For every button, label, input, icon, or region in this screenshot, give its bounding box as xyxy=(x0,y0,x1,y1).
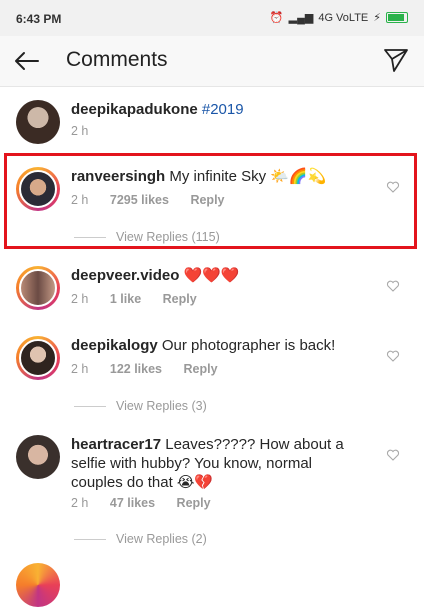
status-time: 6:43 PM xyxy=(16,12,62,26)
comment-body: ❤️❤️❤️ xyxy=(183,267,240,284)
view-replies-button[interactable]: View Replies (3) xyxy=(74,399,207,413)
view-replies-label: View Replies (2) xyxy=(116,532,207,546)
reply-button[interactable]: Reply xyxy=(177,496,211,510)
view-replies-label: View Replies (3) xyxy=(116,399,207,413)
comment-meta: 2 h 1 like Reply xyxy=(71,292,215,306)
status-icons: ⏰ ▂▄▆ 4G VoLTE ⚡ xyxy=(270,11,408,24)
view-replies-button[interactable]: View Replies (2) xyxy=(74,532,207,546)
username[interactable]: deepikapadukone xyxy=(71,101,198,118)
divider-line xyxy=(74,538,106,540)
comment-text: deepikalogy Our photographer is back! xyxy=(71,336,371,355)
alarm-icon: ⏰ xyxy=(269,12,284,24)
avatar-image xyxy=(19,339,57,377)
comment-time: 2 h xyxy=(71,362,89,376)
username[interactable]: heartracer17 xyxy=(71,436,161,453)
signal-icon: ▂▄▆ xyxy=(288,12,314,24)
avatar-image xyxy=(16,435,60,479)
reply-button[interactable]: Reply xyxy=(163,292,197,306)
avatar[interactable] xyxy=(16,100,60,144)
avatar[interactable] xyxy=(16,563,60,607)
arrow-left-icon[interactable] xyxy=(12,46,42,76)
username[interactable]: deepikalogy xyxy=(71,337,158,354)
status-bar: 6:43 PM ⏰ ▂▄▆ 4G VoLTE ⚡ xyxy=(0,0,424,36)
likes-count[interactable]: 1 like xyxy=(110,292,141,306)
heart-icon[interactable] xyxy=(386,448,400,462)
comment-meta: 2 h xyxy=(71,124,106,138)
battery-icon xyxy=(386,12,408,23)
header: Comments xyxy=(0,36,424,87)
heart-icon[interactable] xyxy=(386,349,400,363)
comment-meta: 2 h 47 likes Reply xyxy=(71,496,229,510)
hashtag[interactable]: #2019 xyxy=(202,101,244,118)
comment-time: 2 h xyxy=(71,292,89,306)
reply-button[interactable]: Reply xyxy=(184,362,218,376)
avatar-image xyxy=(16,100,60,144)
page-title: Comments xyxy=(66,48,168,71)
avatar[interactable] xyxy=(16,266,60,310)
paper-plane-icon[interactable] xyxy=(382,46,410,74)
avatar-image xyxy=(19,269,57,307)
network-label: 4G VoLTE xyxy=(318,11,369,24)
comment-meta: 2 h 122 likes Reply xyxy=(71,362,236,376)
likes-count[interactable]: 122 likes xyxy=(110,362,162,376)
charging-icon: ⚡ xyxy=(373,12,381,24)
divider-line xyxy=(74,405,106,407)
heart-icon[interactable] xyxy=(386,279,400,293)
highlight-box xyxy=(4,153,417,249)
comment-time: 2 h xyxy=(71,496,89,510)
comment-time: 2 h xyxy=(71,124,89,138)
comment-text: deepikapadukone #2019 xyxy=(71,100,371,119)
likes-count[interactable]: 47 likes xyxy=(110,496,155,510)
username[interactable]: deepveer.video xyxy=(71,267,179,284)
avatar[interactable] xyxy=(16,435,60,479)
avatar[interactable] xyxy=(16,336,60,380)
comment-text: heartracer17 Leaves????? How about a sel… xyxy=(71,435,361,492)
comment-body: Our photographer is back! xyxy=(161,337,336,354)
comment-text: deepveer.video ❤️❤️❤️ xyxy=(71,266,371,285)
